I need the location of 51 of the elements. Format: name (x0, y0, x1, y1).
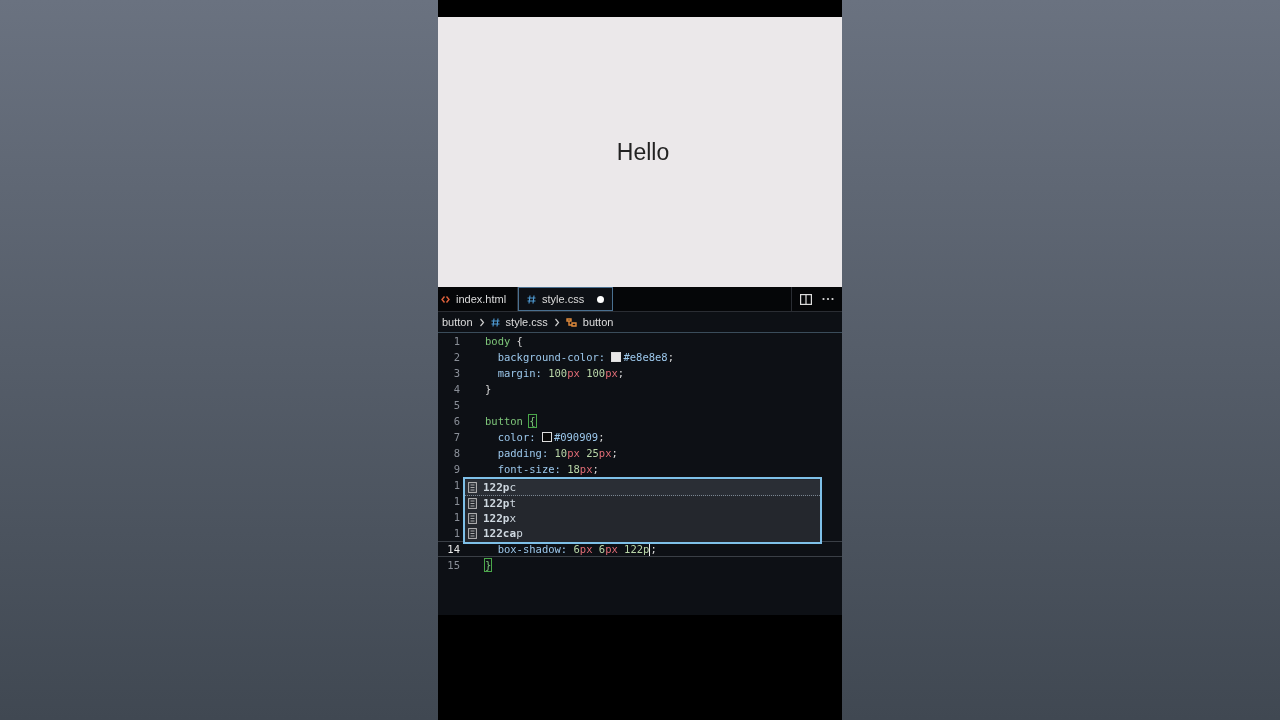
split-editor-icon[interactable] (800, 293, 812, 305)
code-text: padding: 10px 25px; (496, 447, 618, 459)
suggestion-item[interactable]: 122pt (465, 496, 820, 511)
line-number: 1 (452, 527, 460, 539)
text-cursor (649, 542, 651, 556)
code-text: font-size: 18px; (496, 463, 599, 475)
line-number: 5 (452, 399, 460, 411)
code-text: button (485, 415, 524, 427)
code-text: #e8e8e8; (623, 351, 675, 363)
line-number: 1 (452, 335, 460, 347)
suggestion-item[interactable]: 122px (465, 511, 820, 526)
matched-bracket: } (485, 559, 492, 571)
code-text: color: (496, 431, 537, 443)
code-text: background-color: (496, 351, 607, 363)
line-number: 8 (452, 447, 460, 459)
unit-icon (468, 482, 477, 493)
unit-icon (468, 513, 477, 524)
breadcrumb-item[interactable]: button (442, 316, 473, 328)
line-number: 1 (452, 511, 460, 523)
code-brackets-icon (441, 294, 450, 304)
line-number: 15 (446, 559, 460, 571)
chevron-right-icon (553, 317, 560, 327)
hash-icon (490, 317, 500, 327)
line-number: 1 (452, 479, 460, 491)
breadcrumb-item[interactable]: style.css (505, 316, 548, 328)
more-icon[interactable] (822, 297, 834, 301)
selector-icon (565, 317, 577, 327)
line-number: 3 (452, 367, 460, 379)
line-number: 14 (446, 543, 460, 555)
code-text: box-shadow: 6px 6px 122p (496, 543, 650, 555)
unit-icon (468, 498, 477, 509)
suggestion-item[interactable]: 122cap (465, 526, 820, 541)
code-text: body { (485, 335, 523, 347)
line-number: 9 (452, 463, 460, 475)
line-number: 6 (452, 415, 460, 427)
chevron-right-icon (478, 317, 485, 327)
hash-icon (527, 294, 536, 304)
code-text: } (485, 383, 492, 395)
matched-bracket: { (529, 415, 536, 427)
breadcrumb-item[interactable]: button (582, 316, 614, 328)
code-text: ; (650, 543, 657, 555)
code-text: margin: 100px 100px; (496, 367, 625, 379)
line-number: 4 (452, 383, 460, 395)
code-text: #090909; (553, 431, 605, 443)
line-number: 2 (452, 351, 460, 363)
line-number: 7 (452, 431, 460, 443)
preview-text: Hello (616, 138, 670, 166)
unit-icon (468, 528, 477, 539)
suggestion-item[interactable]: 122pc (465, 480, 820, 496)
editor-tab[interactable]: style.css (518, 287, 613, 311)
line-number: 1 (452, 495, 460, 507)
